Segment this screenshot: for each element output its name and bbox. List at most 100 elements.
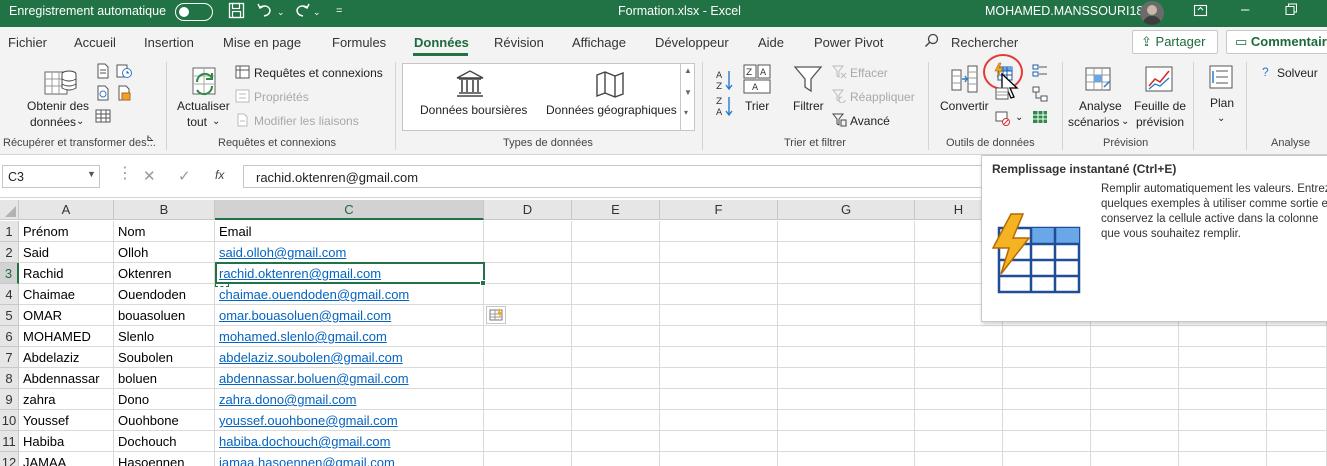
cell-empty[interactable] bbox=[915, 431, 1003, 452]
cell-empty[interactable] bbox=[1267, 431, 1327, 452]
sort-icon[interactable]: ZAA bbox=[743, 64, 771, 94]
cell-empty[interactable] bbox=[778, 242, 915, 263]
search-icon[interactable] bbox=[924, 33, 940, 52]
cell-empty[interactable] bbox=[660, 452, 778, 466]
sort-az-icon[interactable]: AZ bbox=[716, 69, 734, 91]
cell-empty[interactable] bbox=[915, 368, 1003, 389]
cell-empty[interactable] bbox=[778, 221, 915, 242]
cell-empty[interactable] bbox=[778, 284, 915, 305]
cell-empty[interactable] bbox=[484, 347, 572, 368]
forecast-sheet-label[interactable]: Feuille de bbox=[1134, 99, 1186, 114]
row-header[interactable]: 7 bbox=[0, 347, 19, 368]
get-data-label[interactable]: Obtenir des bbox=[27, 99, 89, 114]
cell-a4[interactable]: Chaimae bbox=[19, 284, 114, 305]
cell-c4[interactable]: chaimae.ouendoden@gmail.com bbox=[215, 284, 484, 305]
cell-empty[interactable] bbox=[778, 431, 915, 452]
fill-handle[interactable] bbox=[480, 280, 486, 286]
what-if-label-2[interactable]: scénarios bbox=[1068, 115, 1119, 130]
gallery-up-icon[interactable]: ▲ bbox=[684, 66, 692, 75]
cell-a2[interactable]: Said bbox=[19, 242, 114, 263]
cell-empty[interactable] bbox=[1003, 326, 1091, 347]
cell-empty[interactable] bbox=[572, 263, 660, 284]
undo-icon[interactable] bbox=[256, 2, 274, 23]
data-validation-icon[interactable] bbox=[995, 110, 1011, 126]
cell-empty[interactable] bbox=[1091, 326, 1179, 347]
cell-empty[interactable] bbox=[915, 452, 1003, 466]
remove-duplicates-icon[interactable] bbox=[1032, 63, 1048, 79]
cell-empty[interactable] bbox=[484, 389, 572, 410]
cell-empty[interactable] bbox=[1091, 410, 1179, 431]
refresh-all-label-2[interactable]: tout bbox=[187, 115, 207, 130]
what-if-dropdown-icon[interactable]: ⌄ bbox=[1121, 114, 1129, 129]
tab-accueil[interactable]: Accueil bbox=[74, 35, 116, 50]
cell-b7[interactable]: Soubolen bbox=[114, 347, 215, 368]
cell-empty[interactable] bbox=[1003, 368, 1091, 389]
row-header[interactable]: 4 bbox=[0, 284, 19, 305]
cell-empty[interactable] bbox=[915, 326, 1003, 347]
recent-sources-icon[interactable] bbox=[116, 63, 132, 79]
cell-a12[interactable]: JAMAA bbox=[19, 452, 114, 466]
column-header-a[interactable]: A bbox=[19, 200, 114, 220]
cell-b4[interactable]: Ouendoden bbox=[114, 284, 215, 305]
column-header-g[interactable]: G bbox=[778, 200, 915, 220]
cell-empty[interactable] bbox=[1179, 389, 1267, 410]
cell-empty[interactable] bbox=[484, 221, 572, 242]
cell-c8[interactable]: abdennassar.boluen@gmail.com bbox=[215, 368, 484, 389]
row-header[interactable]: 5 bbox=[0, 305, 19, 326]
solver-button[interactable]: Solveur bbox=[1277, 66, 1318, 81]
tab-insertion[interactable]: Insertion bbox=[144, 35, 194, 50]
redo-dropdown-icon[interactable]: ⌄ bbox=[313, 7, 321, 18]
gallery-scroll[interactable]: ▲ ▼ ▾ bbox=[680, 64, 694, 130]
cell-empty[interactable] bbox=[778, 326, 915, 347]
cell-empty[interactable] bbox=[1267, 452, 1327, 466]
cell-b11[interactable]: Dochouch bbox=[114, 431, 215, 452]
cell-b1[interactable]: Nom bbox=[114, 221, 215, 242]
what-if-label[interactable]: Analyse bbox=[1079, 99, 1122, 114]
enter-icon[interactable]: ✓ bbox=[178, 167, 191, 185]
cell-empty[interactable] bbox=[572, 284, 660, 305]
what-if-analysis-icon[interactable] bbox=[1084, 65, 1114, 93]
cell-empty[interactable] bbox=[1179, 326, 1267, 347]
geography-icon[interactable] bbox=[594, 69, 626, 99]
solver-icon[interactable]: ? bbox=[1262, 65, 1269, 80]
cell-empty[interactable] bbox=[572, 347, 660, 368]
get-data-label-2[interactable]: données bbox=[30, 115, 76, 130]
sort-za-icon[interactable]: ZA bbox=[716, 95, 734, 117]
from-table-icon[interactable] bbox=[95, 108, 111, 124]
forecast-sheet-label-2[interactable]: prévision bbox=[1136, 115, 1184, 130]
cell-c7[interactable]: abdelaziz.soubolen@gmail.com bbox=[215, 347, 484, 368]
forecast-sheet-icon[interactable] bbox=[1143, 64, 1175, 94]
cell-empty[interactable] bbox=[484, 326, 572, 347]
cell-empty[interactable] bbox=[778, 347, 915, 368]
from-web-icon[interactable] bbox=[95, 85, 111, 101]
cell-empty[interactable] bbox=[660, 284, 778, 305]
tab-mise-en-page[interactable]: Mise en page bbox=[223, 35, 301, 50]
column-header-d[interactable]: D bbox=[484, 200, 572, 220]
cell-empty[interactable] bbox=[1091, 389, 1179, 410]
row-header[interactable]: 9 bbox=[0, 389, 19, 410]
cell-a1[interactable]: Prénom bbox=[19, 221, 114, 242]
clear-button[interactable]: Effacer bbox=[850, 66, 888, 81]
get-data-icon[interactable] bbox=[43, 64, 79, 100]
gallery-more-icon[interactable]: ▾ bbox=[684, 108, 688, 117]
gallery-down-icon[interactable]: ▼ bbox=[684, 88, 692, 97]
cell-empty[interactable] bbox=[1179, 452, 1267, 466]
cancel-icon[interactable]: ✕ bbox=[143, 167, 156, 185]
cell-empty[interactable] bbox=[1091, 368, 1179, 389]
cell-a9[interactable]: zahra bbox=[19, 389, 114, 410]
cell-empty[interactable] bbox=[1179, 368, 1267, 389]
outline-label[interactable]: Plan bbox=[1210, 96, 1234, 111]
cell-empty[interactable] bbox=[778, 452, 915, 466]
edit-links-button[interactable]: Modifier les liaisons bbox=[254, 114, 359, 129]
cell-c11[interactable]: habiba.dochouch@gmail.com bbox=[215, 431, 484, 452]
cell-empty[interactable] bbox=[660, 389, 778, 410]
row-header[interactable]: 12 bbox=[0, 452, 19, 466]
cell-empty[interactable] bbox=[1267, 389, 1327, 410]
cell-empty[interactable] bbox=[484, 242, 572, 263]
filter-button[interactable]: Filtrer bbox=[793, 99, 824, 114]
queries-connections-button[interactable]: Requêtes et connexions bbox=[254, 66, 383, 81]
comments-button[interactable]: ▭ Commentaires bbox=[1226, 30, 1327, 54]
cell-c5[interactable]: omar.bouasoluen@gmail.com bbox=[215, 305, 484, 326]
cell-empty[interactable] bbox=[1003, 389, 1091, 410]
cell-empty[interactable] bbox=[778, 305, 915, 326]
